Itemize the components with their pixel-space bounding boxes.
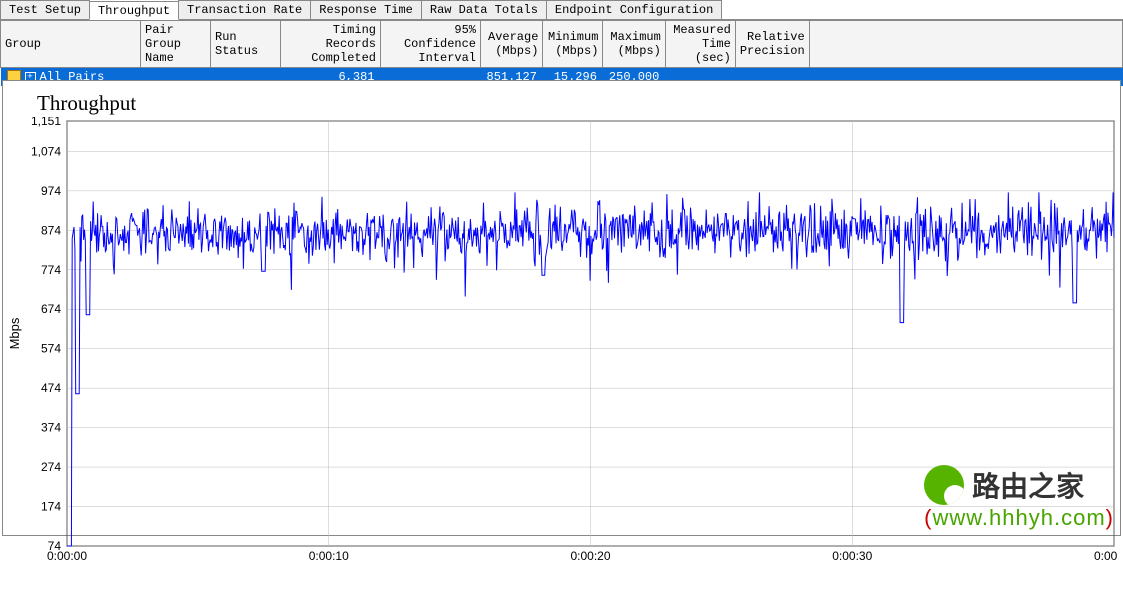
col-average[interactable]: Average (Mbps) xyxy=(481,21,543,68)
svg-text:0:00:40: 0:00:40 xyxy=(1094,549,1118,563)
col-confidence[interactable]: 95% Confidence Interval xyxy=(381,21,481,68)
col-pairgroup[interactable]: Pair Group Name xyxy=(141,21,211,68)
svg-text:0:00:00: 0:00:00 xyxy=(47,549,87,563)
col-minimum[interactable]: Minimum (Mbps) xyxy=(543,21,603,68)
svg-text:0:00:30: 0:00:30 xyxy=(832,549,872,563)
tabs-bar: Test SetupThroughputTransaction RateResp… xyxy=(0,0,1123,20)
svg-text:274: 274 xyxy=(41,460,61,474)
throughput-table: Group Pair Group Name Run Status Timing … xyxy=(0,20,1123,86)
svg-text:874: 874 xyxy=(41,223,61,237)
svg-text:474: 474 xyxy=(41,381,61,395)
col-maximum[interactable]: Maximum (Mbps) xyxy=(603,21,665,68)
svg-text:774: 774 xyxy=(41,263,61,277)
col-timing[interactable]: Timing Records Completed xyxy=(281,21,381,68)
tab-raw-data-totals[interactable]: Raw Data Totals xyxy=(421,0,547,19)
col-precision[interactable]: Relative Precision xyxy=(735,21,809,68)
svg-text:0:00:20: 0:00:20 xyxy=(570,549,610,563)
svg-text:574: 574 xyxy=(41,342,61,356)
svg-text:1,151: 1,151 xyxy=(31,117,61,128)
svg-text:974: 974 xyxy=(41,184,61,198)
svg-text:374: 374 xyxy=(41,421,61,435)
col-group[interactable]: Group xyxy=(1,21,141,68)
chart-title: Throughput xyxy=(37,91,136,116)
svg-text:674: 674 xyxy=(41,302,61,316)
col-measured[interactable]: Measured Time (sec) xyxy=(665,21,735,68)
tab-test-setup[interactable]: Test Setup xyxy=(0,0,90,19)
tab-throughput[interactable]: Throughput xyxy=(89,1,179,20)
chart-panel: Throughput 74174274374474574674774874974… xyxy=(2,80,1121,536)
tab-response-time[interactable]: Response Time xyxy=(310,0,422,19)
throughput-chart: 741742743744745746747748749741,0741,1510… xyxy=(3,117,1118,592)
svg-text:0:00:10: 0:00:10 xyxy=(309,549,349,563)
svg-text:174: 174 xyxy=(41,500,61,514)
col-runstatus[interactable]: Run Status xyxy=(211,21,281,68)
tab-transaction-rate[interactable]: Transaction Rate xyxy=(178,0,311,19)
tab-endpoint-configuration[interactable]: Endpoint Configuration xyxy=(546,0,722,19)
svg-text:Mbps: Mbps xyxy=(7,317,22,349)
svg-text:1,074: 1,074 xyxy=(31,144,61,158)
header-row: Group Pair Group Name Run Status Timing … xyxy=(1,21,1123,68)
